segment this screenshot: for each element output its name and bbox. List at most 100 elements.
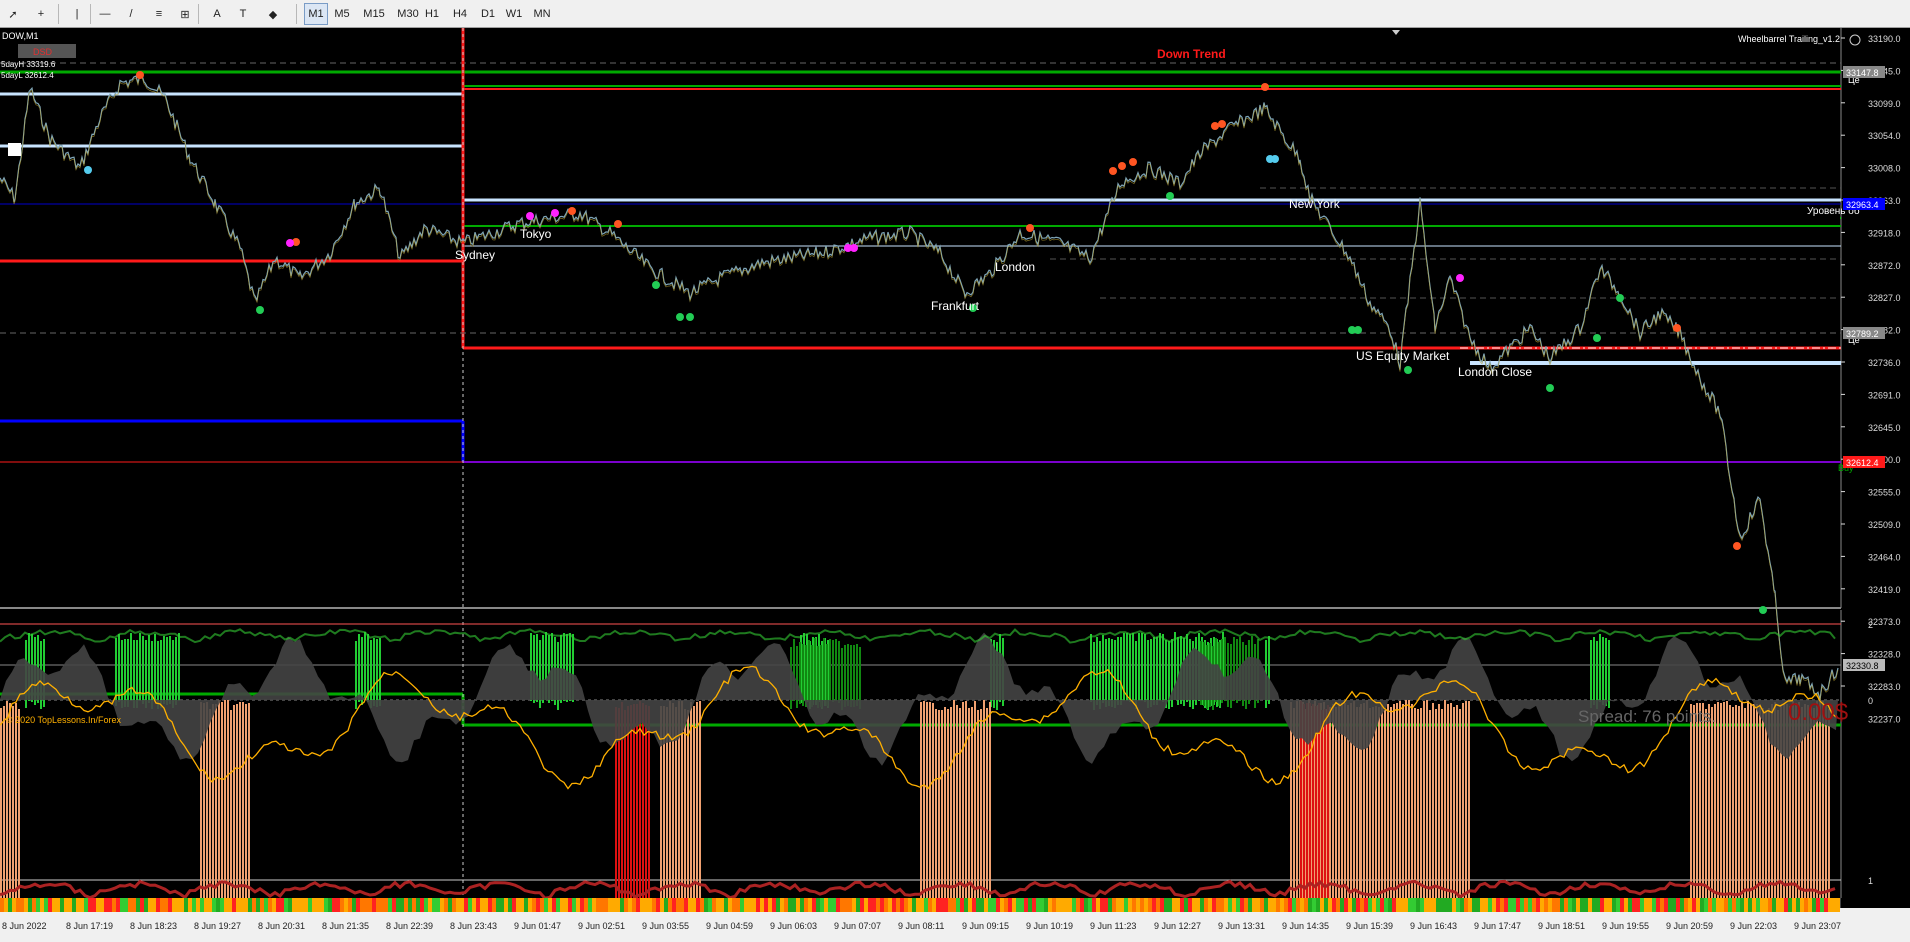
- heatbar-cell: [468, 898, 472, 912]
- vertical-line-icon[interactable]: |: [66, 3, 88, 25]
- heatbar-cell: [1392, 898, 1396, 912]
- timeframe-d1[interactable]: D1: [476, 3, 500, 25]
- fractal-arrow-icon: [256, 306, 264, 314]
- panel-toggle-handle[interactable]: [8, 143, 21, 156]
- heatbar-cell: [580, 898, 584, 912]
- heatbar-cell: [1616, 898, 1620, 912]
- heatbar-cell: [848, 898, 852, 912]
- timeframe-m15[interactable]: M15: [358, 3, 390, 25]
- timeframe-mn[interactable]: MN: [530, 3, 554, 25]
- fractal-arrow-icon: [1593, 334, 1601, 342]
- heatbar-cell: [192, 898, 196, 912]
- heatbar-cell: [228, 898, 232, 912]
- crosshair-icon[interactable]: +: [30, 3, 52, 25]
- symbol-label: DOW,M1: [2, 31, 39, 41]
- channel-icon[interactable]: ⊞: [174, 3, 196, 25]
- heatbar-cell: [1564, 898, 1568, 912]
- price-tick-label: 32328.0: [1868, 650, 1901, 660]
- heatbar-cell: [496, 898, 500, 912]
- heatbar-cell: [608, 898, 612, 912]
- heatbar-cell: [540, 898, 544, 912]
- indicator-bar-orange: [224, 700, 226, 898]
- indicator-bar-orange: [1441, 709, 1443, 907]
- indicator-bar-green: [1590, 640, 1592, 708]
- heatbar-cell: [1404, 898, 1408, 912]
- indicator-bar-orange: [1387, 704, 1389, 902]
- text-label-icon[interactable]: T: [232, 3, 254, 25]
- heatbar-cell: [116, 898, 120, 912]
- heatbar-cell: [212, 898, 216, 912]
- cursor-icon[interactable]: ➚: [2, 3, 24, 25]
- heatbar-cell: [576, 898, 580, 912]
- heatbar-cell: [0, 898, 4, 912]
- indicator-bar-orange: [983, 700, 985, 898]
- indicator-bar-darkgreen: [835, 639, 837, 701]
- timeframe-m5[interactable]: M5: [330, 3, 354, 25]
- heatbar-cell: [236, 898, 240, 912]
- indicator-bar-green: [118, 634, 120, 702]
- heatbar-cell: [1432, 898, 1436, 912]
- heatbar-cell: [684, 898, 688, 912]
- chart-area[interactable]: 33190.033145.033099.033054.033008.032963…: [0, 28, 1910, 942]
- heatbar-cell: [1368, 898, 1372, 912]
- indicator-bar-orange: [1807, 705, 1809, 903]
- indicator-bar-darkgreen: [850, 645, 852, 707]
- indicator-bar-orange: [1738, 706, 1740, 904]
- fractal-arrow-icon: [850, 244, 858, 252]
- heatbar-cell: [632, 898, 636, 912]
- heatbar-cell: [968, 898, 972, 912]
- heatbar-cell: [720, 898, 724, 912]
- fractal-arrow-icon: [551, 209, 559, 217]
- indicator-bar-green: [127, 639, 129, 707]
- indicator-bar-darkgreen: [847, 644, 849, 706]
- heatbar-cell: [1204, 898, 1208, 912]
- heatbar-cell: [92, 898, 96, 912]
- fibonacci-icon[interactable]: ≡: [148, 3, 170, 25]
- heatbar-cell: [604, 898, 608, 912]
- heatbar-cell: [872, 898, 876, 912]
- indicator-bar-green: [1129, 634, 1131, 702]
- heatbar-cell: [180, 898, 184, 912]
- time-tick-label: 9 Jun 13:31: [1218, 921, 1265, 931]
- heatbar-cell: [20, 898, 24, 912]
- heatbar-cell: [1156, 898, 1160, 912]
- heatbar-cell: [656, 898, 660, 912]
- heatbar-cell: [676, 898, 680, 912]
- heatbar-cell: [1128, 898, 1132, 912]
- indicator-bar-orange: [12, 706, 14, 904]
- fractal-arrow-icon: [568, 207, 576, 215]
- timeframe-h1[interactable]: H1: [420, 3, 444, 25]
- fractal-arrow-icon: [1211, 122, 1219, 130]
- indicator-bar-green: [1153, 637, 1155, 705]
- time-tick-label: 9 Jun 06:03: [770, 921, 817, 931]
- horizontal-line-icon[interactable]: —: [94, 3, 116, 25]
- indicator-bar-orange: [693, 706, 695, 904]
- indicator-bar-orange: [1690, 704, 1692, 902]
- heatbar-cell: [1008, 898, 1012, 912]
- heatbar-cell: [1420, 898, 1424, 912]
- indicator-bar-orange: [1396, 703, 1398, 901]
- heatbar-cell: [832, 898, 836, 912]
- heatbar-cell: [1664, 898, 1668, 912]
- fractal-arrow-icon: [1129, 158, 1137, 166]
- timeframe-h4[interactable]: H4: [448, 3, 472, 25]
- heatbar-cell: [224, 898, 228, 912]
- heatbar-cell: [1072, 898, 1076, 912]
- text-icon[interactable]: A: [206, 3, 228, 25]
- trendline-icon[interactable]: /: [120, 3, 142, 25]
- heatbar-cell: [1784, 898, 1788, 912]
- heatbar-cell: [1832, 898, 1836, 912]
- heatbar-cell: [1000, 898, 1004, 912]
- shapes-icon[interactable]: ◆: [262, 3, 284, 25]
- toolbar: ➚ + | — / ≡ ⊞ A T ◆ M1 M5 M15 M30 H1 H4 D1 W1 MN: [0, 0, 1910, 28]
- heatbar-cell: [1472, 898, 1476, 912]
- heatbar-cell: [280, 898, 284, 912]
- indicator-bar-green: [154, 634, 156, 702]
- heatbar-cell: [1376, 898, 1380, 912]
- heatbar-cell: [564, 898, 568, 912]
- heatbar-cell: [492, 898, 496, 912]
- timeframe-w1[interactable]: W1: [502, 3, 526, 25]
- heatbar-cell: [1312, 898, 1316, 912]
- timeframe-m1[interactable]: M1: [304, 3, 328, 25]
- heatbar-cell: [612, 898, 616, 912]
